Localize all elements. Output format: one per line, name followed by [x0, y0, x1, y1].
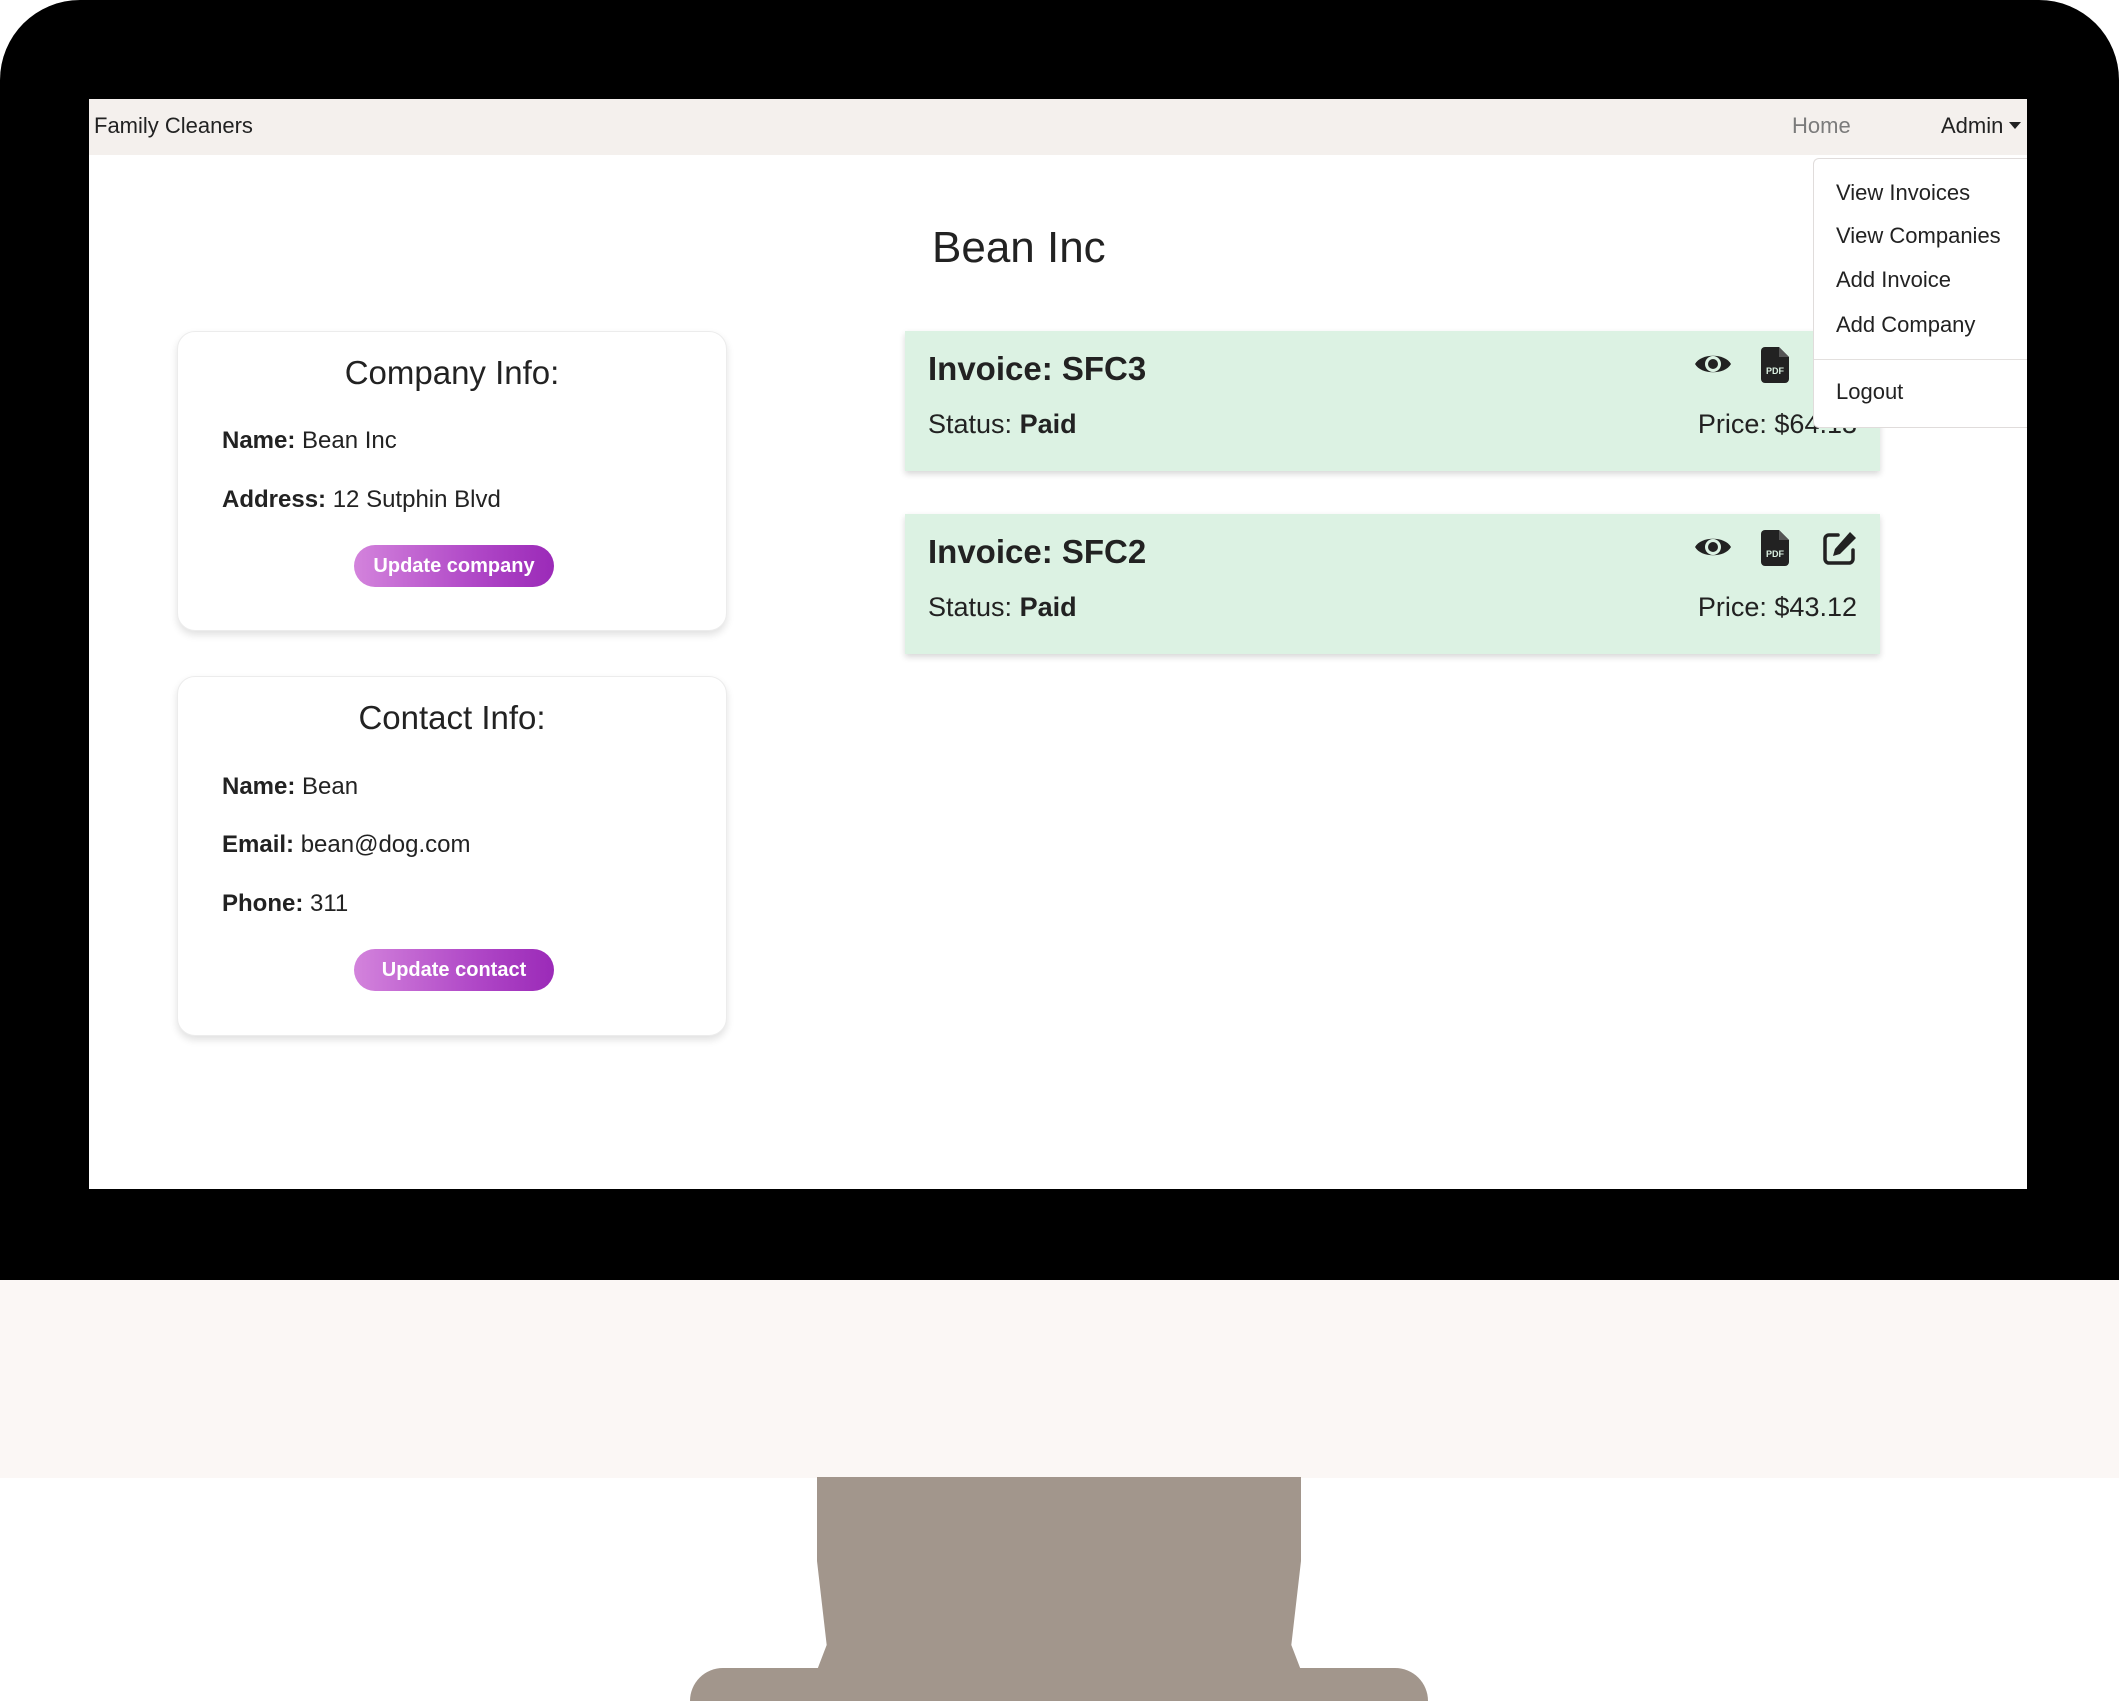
company-address-field: Address: 12 Sutphin Blvd — [222, 486, 501, 514]
invoice-card: Invoice: SFC2 Status: Paid Price: $43.12… — [905, 514, 1880, 654]
menu-item-add-invoice[interactable]: Add Invoice — [1836, 267, 1951, 293]
invoice-title: Invoice: SFC2 — [928, 533, 1147, 570]
invoice-status: Status: Paid — [928, 409, 1077, 440]
file-pdf-icon[interactable]: PDF — [1761, 347, 1789, 383]
monitor-stand — [817, 1477, 1301, 1687]
contact-card-title: Contact Info: — [358, 699, 546, 736]
menu-divider — [1814, 359, 2027, 360]
brand-link[interactable]: Family Cleaners — [94, 113, 253, 139]
page-title: Bean Inc — [932, 223, 1106, 272]
file-pdf-icon[interactable]: PDF — [1761, 530, 1789, 566]
caret-down-icon — [2009, 121, 2022, 129]
svg-text:PDF: PDF — [1766, 366, 1785, 376]
invoice-status: Status: Paid — [928, 592, 1077, 623]
invoice-status-value: Paid — [1019, 592, 1077, 622]
contact-name-field: Name: Bean — [222, 773, 358, 801]
contact-email-value: bean@dog.com — [300, 831, 471, 858]
company-info-card: Company Info: Name: Bean Inc Address: 12… — [177, 331, 727, 631]
admin-dropdown-menu: View Invoices View Companies Add Invoice… — [1813, 158, 2027, 428]
company-name-label: Name: — [222, 427, 296, 454]
monitor-chin — [0, 1280, 2119, 1478]
contact-name-value: Bean — [302, 773, 359, 800]
menu-item-view-companies[interactable]: View Companies — [1836, 223, 2001, 249]
admin-dropdown-toggle[interactable]: Admin — [1941, 113, 2022, 139]
update-contact-button[interactable]: Update contact — [354, 949, 554, 991]
contact-email-label: Email: — [222, 831, 295, 858]
company-address-label: Address: — [222, 486, 327, 513]
nav-home-link[interactable]: Home — [1792, 113, 1851, 139]
menu-item-add-company[interactable]: Add Company — [1836, 312, 1975, 338]
contact-phone-field: Phone: 311 — [222, 890, 348, 918]
menu-item-view-invoices[interactable]: View Invoices — [1836, 180, 1970, 206]
invoice-status-value: Paid — [1019, 409, 1077, 439]
contact-info-card: Contact Info: Name: Bean Email: bean@dog… — [177, 676, 727, 1036]
company-name-field: Name: Bean Inc — [222, 427, 397, 455]
invoice-card: Invoice: SFC3 Status: Paid Price: $64.13… — [905, 331, 1880, 471]
update-company-button[interactable]: Update company — [354, 545, 554, 587]
contact-name-label: Name: — [222, 773, 296, 800]
invoice-status-label: Status: — [928, 409, 1013, 439]
navbar: Family Cleaners Home Admin — [89, 99, 2027, 155]
company-name-value: Bean Inc — [302, 427, 397, 454]
eye-icon[interactable] — [1693, 530, 1733, 564]
menu-item-logout[interactable]: Logout — [1836, 379, 1903, 405]
invoice-price: Price: $43.12 — [1697, 592, 1857, 622]
company-card-title: Company Info: — [344, 354, 560, 391]
contact-phone-label: Phone: — [222, 890, 304, 917]
eye-icon[interactable] — [1693, 347, 1733, 381]
monitor-foot — [690, 1668, 1428, 1701]
screen: Family Cleaners Home Admin View Invoices… — [89, 99, 2027, 1189]
company-address-value: 12 Sutphin Blvd — [332, 486, 501, 513]
edit-icon[interactable] — [1822, 530, 1858, 566]
contact-phone-value: 311 — [310, 890, 349, 917]
svg-text:PDF: PDF — [1766, 549, 1785, 559]
admin-label: Admin — [1941, 113, 2004, 138]
contact-email-field: Email: bean@dog.com — [222, 831, 471, 859]
invoice-status-label: Status: — [928, 592, 1013, 622]
invoice-title: Invoice: SFC3 — [928, 350, 1147, 387]
